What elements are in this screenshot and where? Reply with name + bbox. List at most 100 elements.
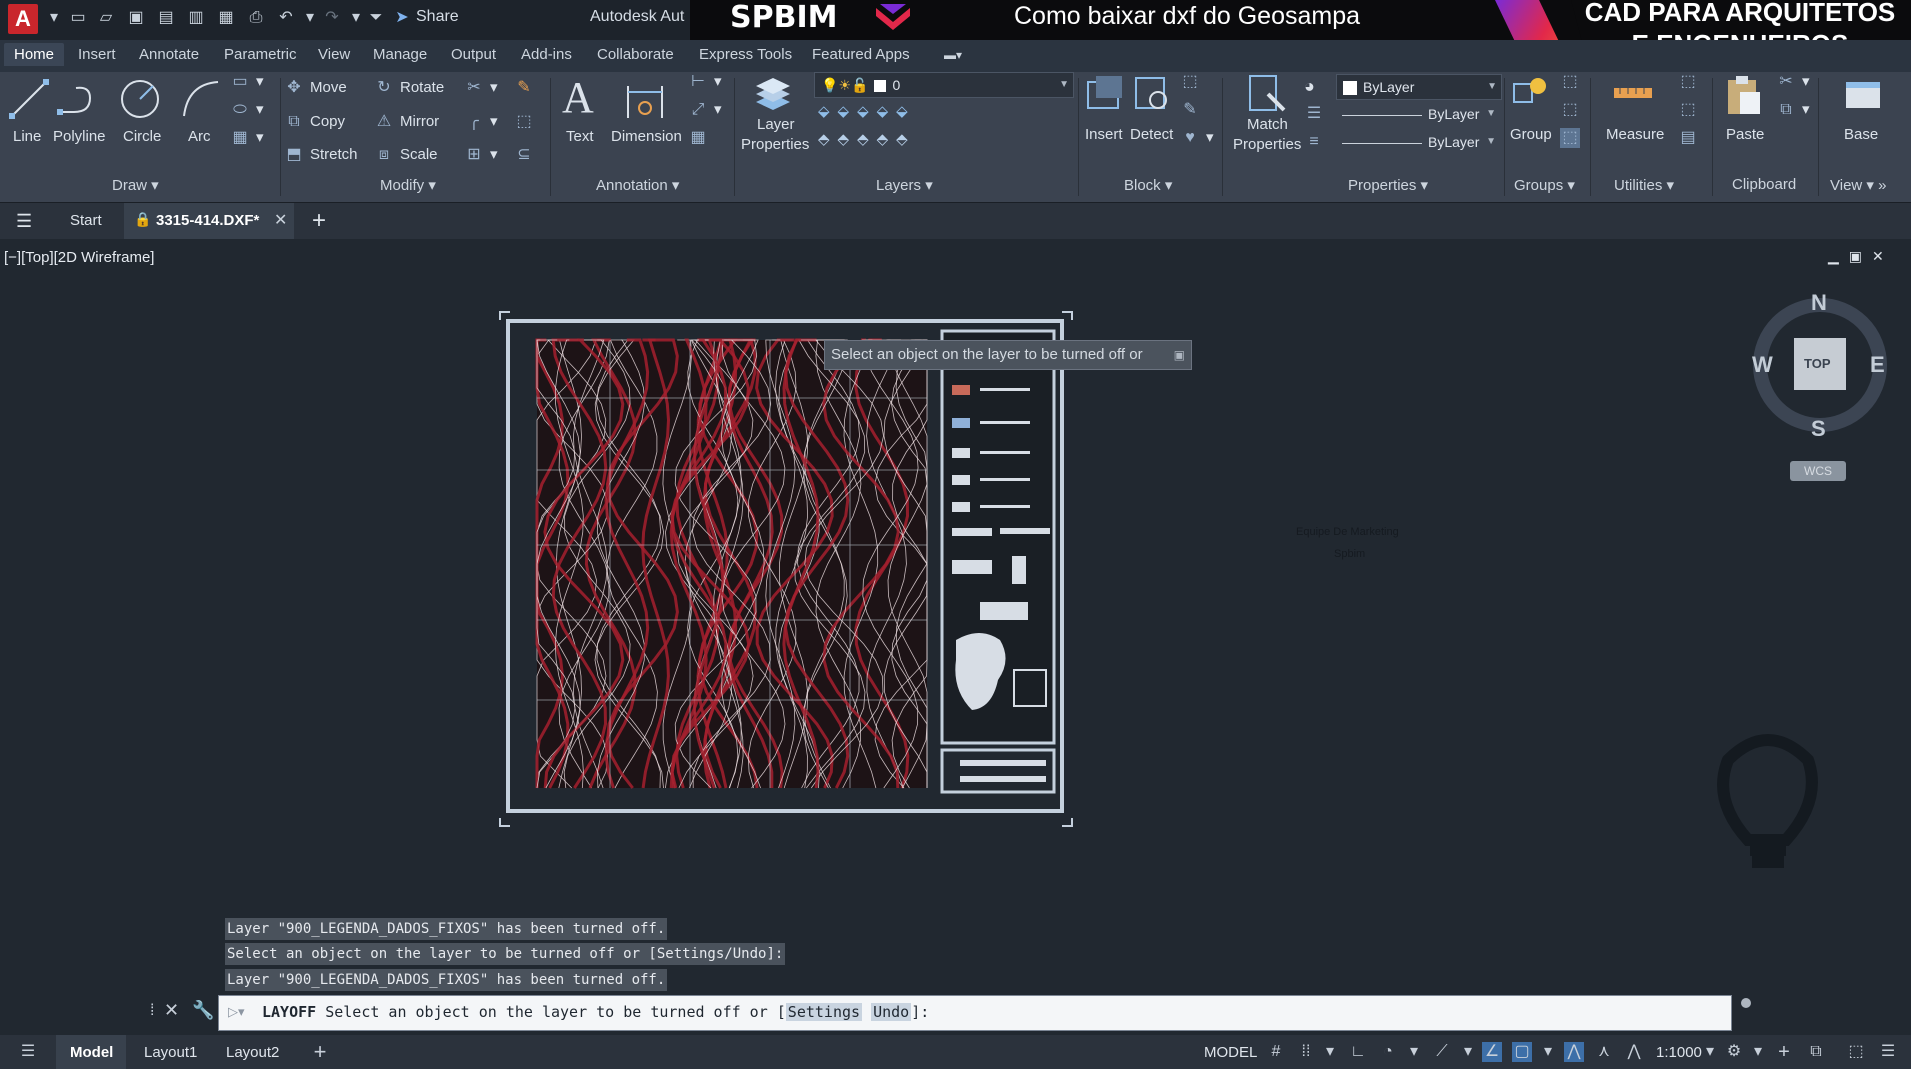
panel-block-title[interactable]: Block ▾: [1124, 176, 1172, 194]
tab-manage[interactable]: Manage: [373, 46, 427, 63]
rotate-button[interactable]: ↻ Rotate: [374, 78, 444, 98]
tab-collaborate[interactable]: Collaborate: [597, 46, 674, 63]
table-tool[interactable]: ▦: [688, 128, 714, 148]
hatch-tool[interactable]: ▦ ▾: [230, 128, 263, 148]
text-icon[interactable]: A: [562, 72, 594, 123]
edit-block-tool[interactable]: ✎: [1180, 100, 1206, 120]
layer-properties-label-2[interactable]: Properties: [741, 136, 809, 153]
base-label[interactable]: Base: [1844, 126, 1878, 143]
offset-button[interactable]: ⊆: [514, 145, 540, 165]
command-line-scroll-icon[interactable]: [1741, 998, 1751, 1008]
insert-label[interactable]: Insert: [1085, 126, 1123, 143]
units-icon[interactable]: ⧉: [1806, 1042, 1826, 1062]
match-properties-label-2[interactable]: Properties: [1233, 136, 1301, 153]
match-properties-label-1[interactable]: Match: [1247, 116, 1288, 133]
panel-groups-title[interactable]: Groups ▾: [1514, 176, 1575, 194]
customize-statusbar-icon[interactable]: ☰: [1878, 1042, 1898, 1062]
redo-icon[interactable]: ↷: [322, 8, 342, 28]
save-to-web-icon[interactable]: ▦: [216, 8, 236, 28]
panel-view-title[interactable]: View ▾ »: [1830, 176, 1886, 194]
layout-menu-icon[interactable]: ☰: [18, 1042, 38, 1062]
panel-properties-title[interactable]: Properties ▾: [1348, 176, 1428, 194]
calculator-tool[interactable]: ▤: [1678, 128, 1704, 148]
close-tab-icon[interactable]: ✕: [274, 210, 287, 230]
layout2-tab[interactable]: Layout2: [226, 1044, 279, 1061]
new-file-icon[interactable]: ▭: [68, 8, 88, 28]
base-view-icon[interactable]: [1840, 72, 1886, 118]
circle-label[interactable]: Circle: [123, 128, 161, 145]
layer-tools-row1[interactable]: ⬙⬙⬙⬙⬙: [818, 102, 916, 120]
leader-tool[interactable]: ⊢ ▾: [688, 72, 722, 92]
polar-tracking-icon[interactable]: ◔: [1378, 1042, 1398, 1062]
annotation-monitor-icon[interactable]: +: [1774, 1042, 1794, 1062]
annotation-visibility-icon[interactable]: ⋀: [1564, 1042, 1584, 1062]
scale-dropdown-icon[interactable]: ▾: [1700, 1042, 1720, 1062]
panel-layers-title[interactable]: Layers ▾: [876, 176, 933, 194]
detect-label[interactable]: Detect: [1130, 126, 1173, 143]
model-tab[interactable]: Model: [56, 1035, 126, 1069]
tab-view[interactable]: View: [318, 46, 350, 63]
tab-home[interactable]: Home: [4, 43, 65, 66]
auto-scale-icon[interactable]: ⋏: [1594, 1042, 1614, 1062]
tab-add-ins[interactable]: Add-ins: [521, 46, 572, 63]
trim-button[interactable]: ✂ ▾: [464, 78, 497, 98]
undo-dropdown-icon[interactable]: ▾: [300, 8, 320, 28]
arc-icon[interactable]: [178, 76, 224, 122]
tab-annotate[interactable]: Annotate: [139, 46, 199, 63]
edit-attributes-tool[interactable]: ♥ ▾: [1180, 128, 1213, 148]
array-button[interactable]: ⊞ ▾: [464, 145, 497, 165]
open-file-icon[interactable]: ▱: [96, 8, 116, 28]
isometric-icon[interactable]: ⟋: [1432, 1042, 1452, 1062]
share-button[interactable]: Share: [416, 8, 459, 26]
panel-utilities-title[interactable]: Utilities ▾: [1614, 176, 1674, 194]
tab-featured-apps[interactable]: Featured Apps: [812, 46, 910, 63]
object-snap-icon[interactable]: ▢: [1512, 1042, 1532, 1062]
plot-icon[interactable]: ⎙: [246, 8, 266, 28]
select-all-tool[interactable]: ⬚: [1678, 100, 1704, 120]
measure-label[interactable]: Measure: [1606, 126, 1664, 143]
option-settings[interactable]: Settings: [785, 1003, 863, 1021]
annotation-scale-value[interactable]: 1:1000: [1656, 1044, 1702, 1061]
viewcube-top-label[interactable]: TOP: [1804, 356, 1831, 371]
tab-start[interactable]: Start: [70, 212, 102, 229]
lineweight-dropdown[interactable]: ByLayer ▼: [1336, 130, 1500, 154]
command-customize-icon[interactable]: 🔧: [192, 1000, 214, 1021]
model-space-indicator[interactable]: MODEL: [1204, 1044, 1257, 1061]
linetype-dropdown[interactable]: ByLayer ▼: [1336, 102, 1500, 126]
object-snap-tracking-icon[interactable]: ∠: [1482, 1042, 1502, 1062]
object-snap-dropdown-icon[interactable]: ▾: [1538, 1042, 1558, 1062]
command-line-grip-icon[interactable]: ⁞: [150, 1002, 154, 1020]
hamburger-menu-icon[interactable]: ☰: [16, 211, 32, 232]
erase-button[interactable]: ✎: [514, 78, 540, 98]
command-recent-icon[interactable]: ▷▾: [228, 1004, 245, 1020]
polyline-icon[interactable]: [56, 76, 102, 122]
text-label[interactable]: Text: [566, 128, 594, 145]
tab-parametric[interactable]: Parametric: [224, 46, 297, 63]
fillet-button[interactable]: ╭ ▾: [464, 112, 497, 132]
ellipse-tool[interactable]: ⬭ ▾: [230, 100, 263, 120]
grid-display-icon[interactable]: #: [1266, 1042, 1286, 1062]
dimension-label[interactable]: Dimension: [611, 128, 682, 145]
match-properties-icon[interactable]: [1244, 72, 1290, 118]
stretch-button[interactable]: ⬒ Stretch: [284, 145, 357, 165]
command-close-icon[interactable]: ✕: [164, 1000, 179, 1021]
layer-dropdown[interactable]: 💡☀🔓 0 ▼: [814, 72, 1074, 98]
compass-south[interactable]: S: [1811, 416, 1826, 442]
linear-dim-tool[interactable]: ⤢ ▾: [688, 100, 722, 120]
copy-clip-tool[interactable]: ⧉ ▾: [1776, 100, 1809, 120]
line-icon[interactable]: [6, 76, 52, 122]
compass-north[interactable]: N: [1811, 290, 1827, 316]
redo-dropdown-icon[interactable]: ▾: [346, 8, 366, 28]
circle-icon[interactable]: [117, 76, 163, 122]
save-icon[interactable]: ▣: [126, 8, 146, 28]
tab-file-active[interactable]: 🔒 3315-414.DXF* ✕: [124, 203, 294, 239]
workspace-dropdown-icon[interactable]: ▾: [1748, 1042, 1768, 1062]
copy-button[interactable]: ⧉ Copy: [284, 112, 345, 132]
paste-icon[interactable]: [1720, 72, 1766, 118]
isometric-dropdown-icon[interactable]: ▾: [1458, 1042, 1478, 1062]
group-icon[interactable]: [1508, 72, 1554, 118]
panel-modify-title[interactable]: Modify ▾: [380, 176, 436, 194]
ungroup-tool[interactable]: ⬚: [1560, 72, 1586, 92]
move-button[interactable]: ✥ Move: [284, 78, 346, 98]
detect-icon[interactable]: [1130, 72, 1176, 118]
